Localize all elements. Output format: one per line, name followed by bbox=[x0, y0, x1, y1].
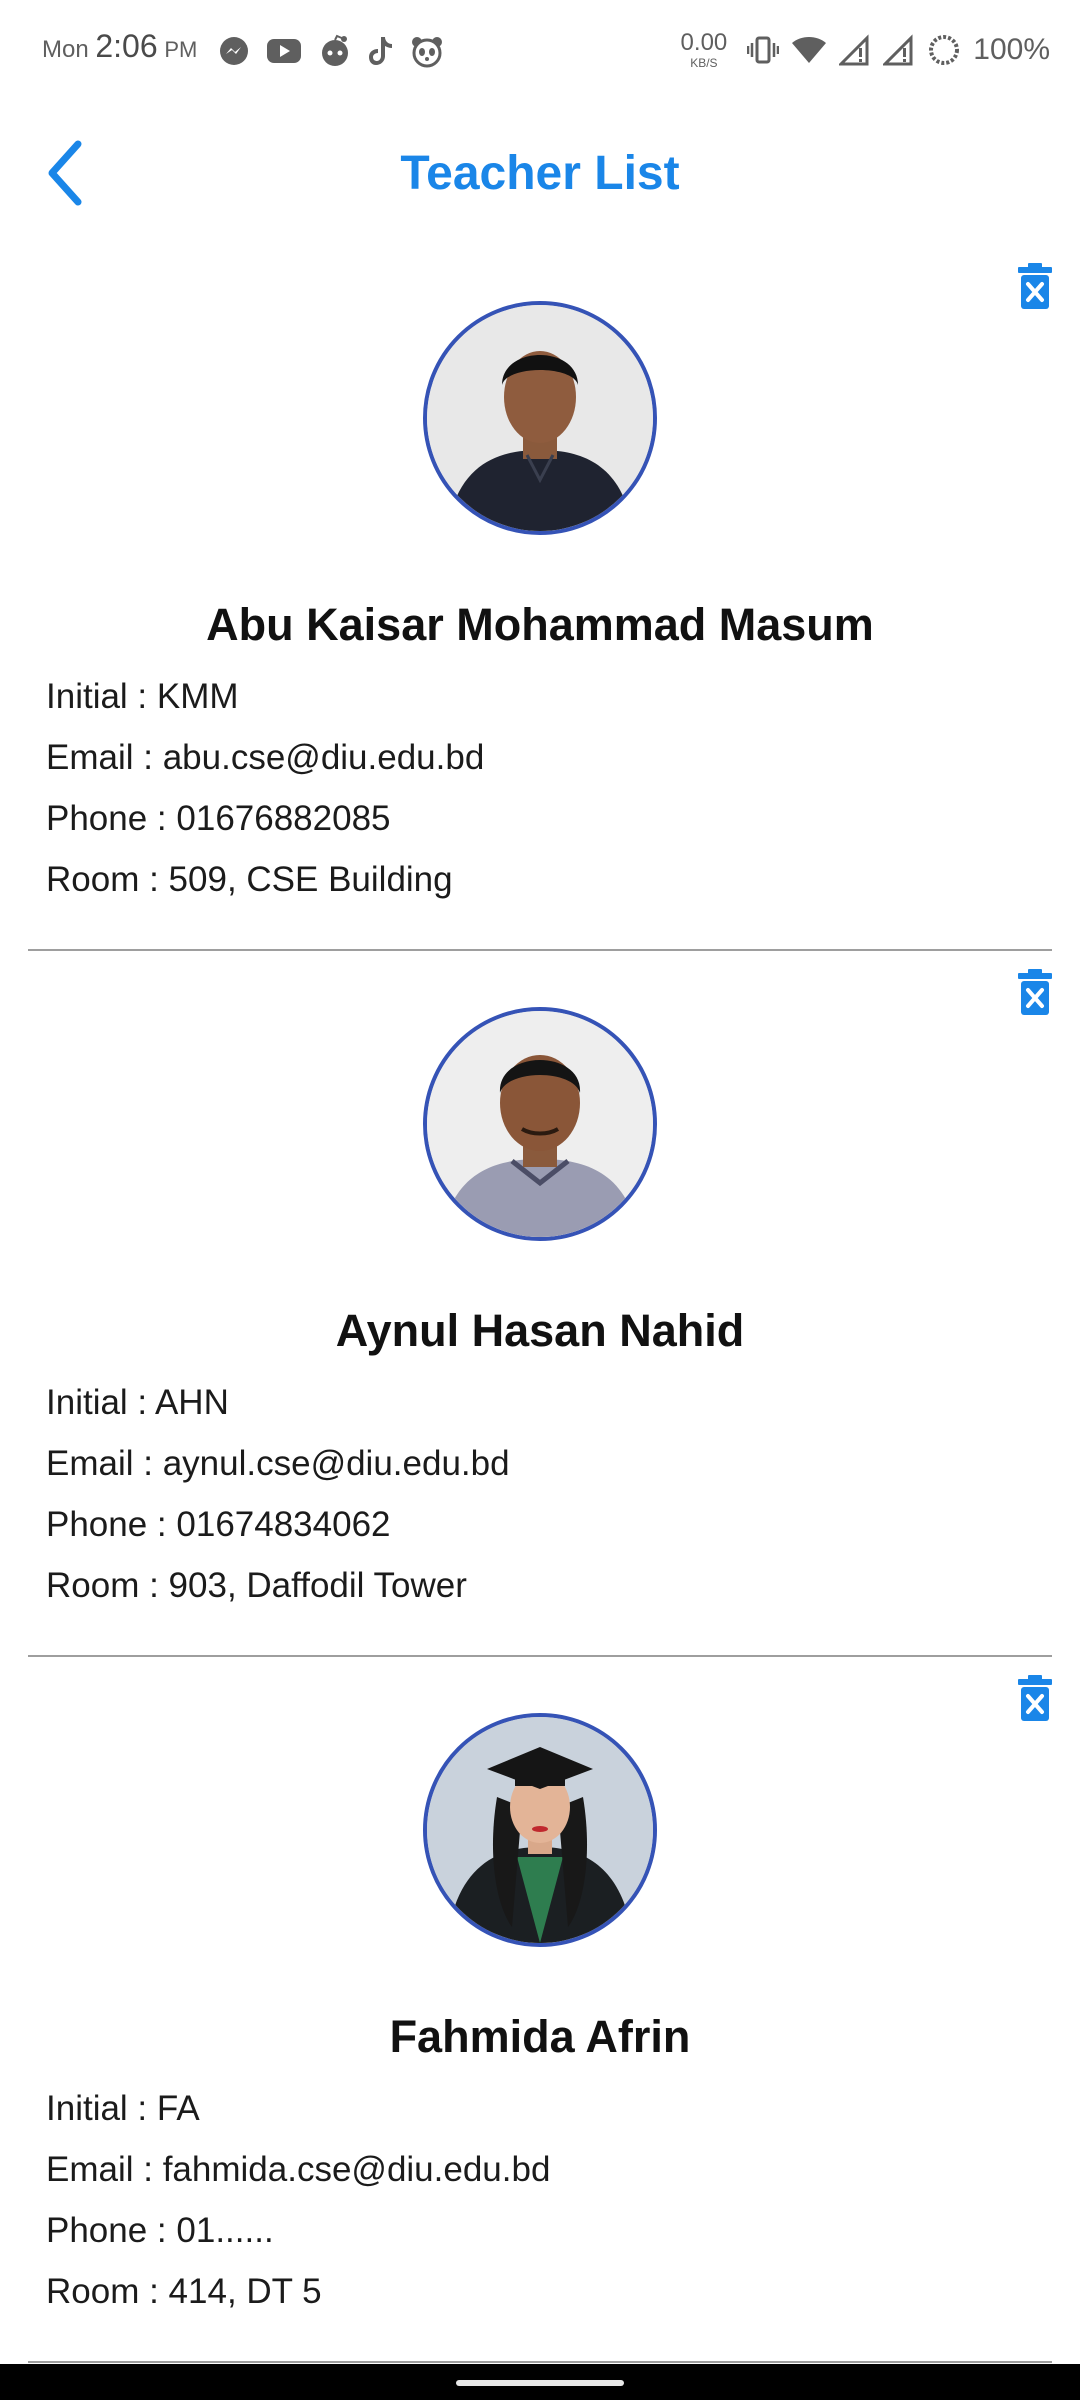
teacher-room: Room : 509, CSE Building bbox=[46, 860, 453, 900]
phone-value: 01...... bbox=[176, 2211, 274, 2250]
status-clock: 2:06 bbox=[95, 28, 158, 64]
teacher-room: Room : 414, DT 5 bbox=[46, 2272, 322, 2312]
teacher-phone: Phone : 01676882085 bbox=[46, 799, 391, 839]
email-value: fahmida.cse@diu.edu.bd bbox=[162, 2150, 551, 2189]
teacher-phone: Phone : 01674834062 bbox=[46, 1505, 391, 1545]
delete-button[interactable] bbox=[1018, 1675, 1052, 1721]
teacher-card: Fahmida Afrin Initial : FA Email : fahmi… bbox=[28, 1657, 1052, 2363]
phone-value: 01674834062 bbox=[176, 1505, 391, 1544]
initial-value: FA bbox=[156, 2089, 200, 2128]
room-value: 509, CSE Building bbox=[168, 860, 453, 899]
battery-percentage: 100% bbox=[973, 33, 1050, 66]
tiktok-icon bbox=[369, 37, 392, 65]
teacher-list: Abu Kaisar Mohammad Masum Initial : KMM … bbox=[0, 245, 1080, 2363]
email-label: Email : bbox=[46, 2150, 163, 2189]
wifi-icon bbox=[792, 37, 827, 63]
avatar bbox=[423, 1713, 657, 1947]
phone-value: 01676882085 bbox=[176, 799, 391, 838]
initial-label: Initial : bbox=[46, 677, 157, 716]
teacher-card: Abu Kaisar Mohammad Masum Initial : KMM … bbox=[28, 245, 1052, 951]
teacher-name: Abu Kaisar Mohammad Masum bbox=[206, 599, 874, 650]
trash-icon bbox=[1018, 263, 1052, 309]
signal-icon bbox=[839, 34, 869, 66]
email-label: Email : bbox=[46, 1444, 163, 1483]
teacher-name: Fahmida Afrin bbox=[389, 2011, 691, 2062]
email-label: Email : bbox=[46, 738, 163, 777]
room-value: 414, DT 5 bbox=[168, 2272, 322, 2311]
messenger-icon bbox=[220, 37, 248, 65]
avatar bbox=[423, 1007, 657, 1241]
screen: Mon 2:06 PM 0.00 KB/S 100% Teacher List … bbox=[0, 0, 1080, 2400]
trash-icon bbox=[1018, 1675, 1052, 1721]
network-speed: 0.00 KB/S bbox=[680, 29, 728, 70]
teacher-email: Email : aynul.cse@diu.edu.bd bbox=[46, 1444, 510, 1484]
status-time: Mon 2:06 PM bbox=[42, 28, 197, 65]
panda-icon bbox=[412, 37, 442, 68]
teacher-name: Aynul Hasan Nahid bbox=[335, 1305, 745, 1356]
home-gesture-handle[interactable] bbox=[456, 2380, 624, 2386]
phone-label: Phone : bbox=[46, 1505, 177, 1544]
teacher-card: Aynul Hasan Nahid Initial : AHN Email : … bbox=[28, 951, 1052, 1657]
initial-value: KMM bbox=[156, 677, 239, 716]
phone-label: Phone : bbox=[46, 2211, 177, 2250]
delete-button[interactable] bbox=[1018, 969, 1052, 1015]
initial-label: Initial : bbox=[46, 1383, 155, 1422]
room-label: Room : bbox=[46, 1566, 169, 1605]
network-speed-value: 0.00 bbox=[680, 29, 728, 56]
reddit-icon bbox=[322, 34, 348, 66]
status-bar: Mon 2:06 PM 0.00 KB/S 100% bbox=[0, 0, 1080, 100]
vibrate-icon bbox=[747, 36, 780, 64]
delete-button[interactable] bbox=[1018, 263, 1052, 309]
teacher-initial: Initial : KMM bbox=[46, 677, 239, 717]
trash-icon bbox=[1018, 969, 1052, 1015]
teacher-initial: Initial : AHN bbox=[46, 1383, 229, 1423]
email-value: aynul.cse@diu.edu.bd bbox=[162, 1444, 510, 1483]
network-speed-unit: KB/S bbox=[690, 56, 718, 70]
notification-icons bbox=[218, 34, 444, 68]
youtube-icon bbox=[267, 39, 301, 63]
room-value: 903, Daffodil Tower bbox=[168, 1566, 467, 1605]
email-value: abu.cse@diu.edu.bd bbox=[162, 738, 485, 777]
app-bar: Teacher List bbox=[0, 100, 1080, 245]
page-title: Teacher List bbox=[400, 147, 680, 200]
navigation-bar bbox=[0, 2364, 1080, 2400]
teacher-room: Room : 903, Daffodil Tower bbox=[46, 1566, 467, 1606]
teacher-email: Email : abu.cse@diu.edu.bd bbox=[46, 738, 484, 778]
teacher-phone: Phone : 01...... bbox=[46, 2211, 274, 2251]
phone-label: Phone : bbox=[46, 799, 177, 838]
room-label: Room : bbox=[46, 860, 169, 899]
room-label: Room : bbox=[46, 2272, 169, 2311]
teacher-email: Email : fahmida.cse@diu.edu.bd bbox=[46, 2150, 550, 2190]
status-day: Mon bbox=[42, 36, 89, 63]
teacher-initial: Initial : FA bbox=[46, 2089, 200, 2129]
signal-icon bbox=[883, 34, 913, 66]
system-indicators: 0.00 KB/S 100% bbox=[681, 30, 1050, 70]
initial-value: AHN bbox=[154, 1383, 229, 1422]
initial-label: Initial : bbox=[46, 2089, 157, 2128]
status-ampm: PM bbox=[164, 37, 198, 62]
battery-icon bbox=[929, 35, 960, 65]
avatar bbox=[423, 301, 657, 535]
